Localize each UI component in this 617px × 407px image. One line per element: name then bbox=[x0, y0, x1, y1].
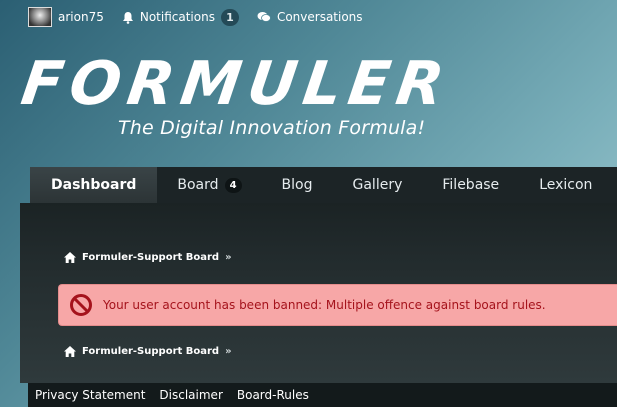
avatar[interactable] bbox=[28, 7, 52, 27]
board-count-badge: 4 bbox=[224, 177, 242, 193]
tab-lexicon-label: Lexicon bbox=[539, 177, 593, 193]
error-banner: Your user account has been banned: Multi… bbox=[58, 284, 617, 326]
footer-links: Privacy Statement Disclaimer Board-Rules bbox=[28, 383, 617, 407]
notifications-link[interactable]: Notifications 1 bbox=[122, 8, 239, 26]
home-icon bbox=[64, 346, 76, 357]
tab-blog[interactable]: Blog bbox=[262, 167, 333, 203]
error-message: Your user account has been banned: Multi… bbox=[103, 298, 546, 312]
tab-lexicon[interactable]: Lexicon bbox=[519, 167, 612, 203]
user-panel: arion75 Notifications 1 Conversations bbox=[28, 6, 363, 28]
disclaimer-link[interactable]: Disclaimer bbox=[159, 388, 222, 402]
tab-gallery-label: Gallery bbox=[352, 177, 403, 193]
breadcrumb-link[interactable]: Formuler-Support Board bbox=[82, 252, 219, 263]
tab-filebase-label: Filebase bbox=[442, 177, 500, 193]
board-rules-link[interactable]: Board-Rules bbox=[237, 388, 309, 402]
tab-board[interactable]: Board 4 bbox=[157, 167, 261, 203]
home-icon bbox=[64, 252, 76, 263]
main-navigation: Dashboard Board 4 Blog Gallery Filebase … bbox=[30, 167, 617, 203]
breadcrumb-link[interactable]: Formuler-Support Board bbox=[82, 346, 219, 357]
main-content: Formuler-Support Board » Your user accou… bbox=[20, 203, 617, 383]
tab-gallery[interactable]: Gallery bbox=[333, 167, 423, 203]
notifications-count-badge: 1 bbox=[220, 8, 239, 26]
breadcrumb[interactable]: Formuler-Support Board » bbox=[64, 252, 232, 263]
user-menu[interactable]: arion75 bbox=[28, 7, 104, 27]
conversations-icon bbox=[257, 12, 271, 22]
tab-blog-label: Blog bbox=[281, 177, 313, 193]
notifications-label[interactable]: Notifications bbox=[140, 10, 215, 24]
site-logo[interactable]: FORMULER bbox=[17, 49, 455, 119]
breadcrumb-bottom[interactable]: Formuler-Support Board » bbox=[64, 346, 232, 357]
username[interactable]: arion75 bbox=[58, 10, 104, 24]
tab-filebase[interactable]: Filebase bbox=[422, 167, 519, 203]
breadcrumb-separator: » bbox=[225, 346, 232, 357]
tab-dashboard-label: Dashboard bbox=[51, 177, 137, 193]
tab-dashboard[interactable]: Dashboard bbox=[30, 167, 158, 203]
conversations-label[interactable]: Conversations bbox=[277, 10, 363, 24]
conversations-link[interactable]: Conversations bbox=[257, 10, 363, 24]
bell-icon bbox=[122, 11, 133, 24]
tab-board-label: Board bbox=[177, 177, 219, 193]
breadcrumb-separator: » bbox=[225, 252, 232, 263]
ban-icon bbox=[70, 294, 92, 316]
site-tagline: The Digital Innovation Formula! bbox=[118, 117, 426, 139]
privacy-statement-link[interactable]: Privacy Statement bbox=[35, 388, 145, 402]
